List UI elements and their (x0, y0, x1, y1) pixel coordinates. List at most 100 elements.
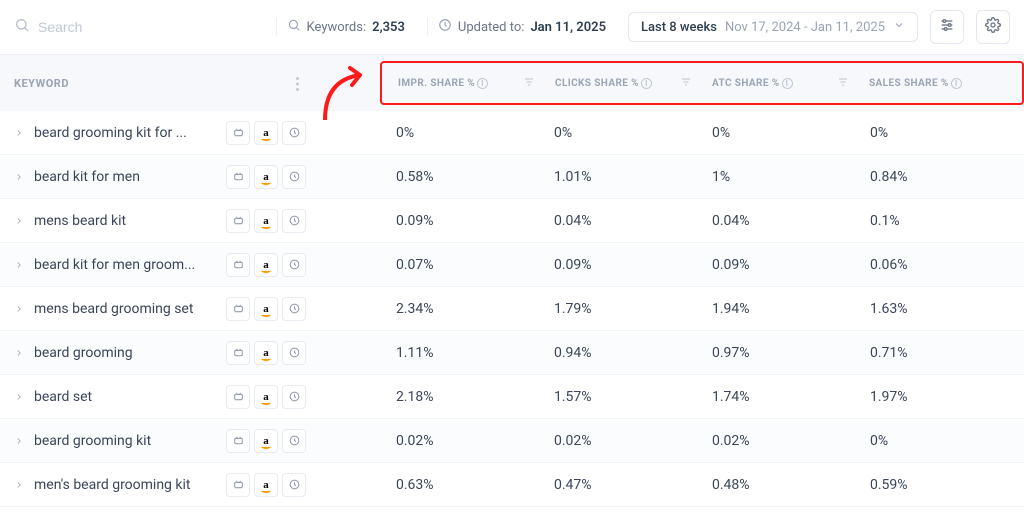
column-header-clicks-share[interactable]: Clicks Share %i (545, 76, 702, 91)
filter-icon[interactable] (680, 76, 692, 91)
keyword-text[interactable]: beard grooming (34, 345, 216, 361)
amazon-button[interactable]: a (254, 429, 278, 453)
keyword-cell: beard grooming kit a (0, 429, 320, 453)
history-button[interactable] (282, 385, 306, 409)
clicks-share-cell: 1.79% (544, 301, 702, 317)
history-button[interactable] (282, 341, 306, 365)
clicks-share-cell: 0.09% (544, 257, 702, 273)
settings-button[interactable] (976, 10, 1010, 44)
amazon-button[interactable]: a (254, 385, 278, 409)
column-header-sales-share[interactable]: Sales Share %i (859, 78, 1016, 89)
keyword-actions: a (226, 253, 306, 277)
amazon-button[interactable]: a (254, 209, 278, 233)
clicks-share-cell: 0.47% (544, 477, 702, 493)
clock-icon (438, 18, 452, 36)
history-button[interactable] (282, 165, 306, 189)
filter-icon[interactable] (837, 76, 849, 91)
cerebro-button[interactable] (226, 297, 250, 321)
keyword-text[interactable]: mens beard grooming set (34, 301, 216, 317)
updated-label: Updated to: (458, 20, 525, 35)
sales-share-cell: 0.06% (860, 257, 1018, 273)
search-wrap (14, 17, 214, 37)
amazon-button[interactable]: a (254, 253, 278, 277)
amazon-button[interactable]: a (254, 473, 278, 497)
metric-cells: 1.11% 0.94% 0.97% 0.71% (380, 345, 1024, 361)
keyword-cell: mens beard kit a (0, 209, 320, 233)
info-icon[interactable]: i (641, 78, 652, 89)
chevron-right-icon[interactable] (14, 211, 24, 230)
topbar: Keywords: 2,353 Updated to: Jan 11, 2025… (0, 0, 1024, 55)
keywords-label: Keywords: (307, 20, 367, 35)
date-range-button[interactable]: Last 8 weeks Nov 17, 2024 - Jan 11, 2025 (628, 12, 918, 42)
cerebro-button[interactable] (226, 121, 250, 145)
info-icon[interactable]: i (951, 78, 962, 89)
keyword-text[interactable]: mens beard kit (34, 213, 216, 229)
keyword-cell: beard grooming a (0, 341, 320, 365)
history-button[interactable] (282, 121, 306, 145)
range-dates: Nov 17, 2024 - Jan 11, 2025 (725, 20, 885, 35)
info-icon[interactable]: i (782, 78, 793, 89)
keyword-text[interactable]: beard kit for men (34, 169, 216, 185)
impr-share-cell: 1.11% (386, 345, 544, 361)
cerebro-button[interactable] (226, 429, 250, 453)
cerebro-button[interactable] (226, 209, 250, 233)
sales-share-cell: 0.59% (860, 477, 1018, 493)
chevron-right-icon[interactable] (14, 299, 24, 318)
cerebro-button[interactable] (226, 165, 250, 189)
keyword-actions: a (226, 121, 306, 145)
keyword-text[interactable]: men's beard grooming kit (34, 477, 216, 493)
updated-date: Updated to: Jan 11, 2025 (427, 18, 616, 36)
amazon-button[interactable]: a (254, 165, 278, 189)
column-header-keyword[interactable]: Keyword ⋮ (0, 74, 320, 93)
clicks-share-cell: 0.02% (544, 433, 702, 449)
metric-cells: 0.07% 0.09% 0.09% 0.06% (380, 257, 1024, 273)
metric-cells: 2.18% 1.57% 1.74% 1.97% (380, 389, 1024, 405)
atc-share-cell: 1.74% (702, 389, 860, 405)
history-button[interactable] (282, 209, 306, 233)
chevron-right-icon[interactable] (14, 255, 24, 274)
search-input[interactable] (38, 19, 158, 35)
search-icon (287, 18, 301, 36)
chevron-right-icon[interactable] (14, 343, 24, 362)
cerebro-button[interactable] (226, 473, 250, 497)
keyword-cell: beard kit for men a (0, 165, 320, 189)
keywords-count: Keywords: 2,353 (276, 18, 415, 36)
chevron-right-icon[interactable] (14, 123, 24, 142)
amazon-button[interactable]: a (254, 297, 278, 321)
more-icon[interactable]: ⋮ (290, 74, 307, 93)
metric-cells: 0.02% 0.02% 0.02% 0% (380, 433, 1024, 449)
keyword-actions: a (226, 209, 306, 233)
clicks-share-cell: 1.01% (544, 169, 702, 185)
chevron-right-icon[interactable] (14, 167, 24, 186)
table-row: mens beard grooming set a 2.34% 1.79% 1.… (0, 287, 1024, 331)
history-button[interactable] (282, 429, 306, 453)
sliders-button[interactable] (930, 10, 964, 44)
keyword-text[interactable]: beard kit for men groom... (34, 257, 216, 273)
keyword-text[interactable]: beard set (34, 389, 216, 405)
column-header-atc-share[interactable]: ATC Share %i (702, 76, 859, 91)
metric-cells: 2.34% 1.79% 1.94% 1.63% (380, 301, 1024, 317)
chevron-right-icon[interactable] (14, 431, 24, 450)
cerebro-button[interactable] (226, 253, 250, 277)
keyword-text[interactable]: beard grooming kit for ... (34, 125, 216, 141)
column-header-impr-share[interactable]: Impr. Share %i (388, 76, 545, 91)
history-button[interactable] (282, 297, 306, 321)
cerebro-button[interactable] (226, 341, 250, 365)
metric-cells: 0% 0% 0% 0% (380, 125, 1024, 141)
keyword-text[interactable]: beard grooming kit (34, 433, 216, 449)
info-icon[interactable]: i (477, 78, 488, 89)
table-row: beard set a 2.18% 1.57% 1.74% 1.97% (0, 375, 1024, 419)
filter-icon[interactable] (523, 76, 535, 91)
chevron-right-icon[interactable] (14, 475, 24, 494)
history-button[interactable] (282, 473, 306, 497)
amazon-button[interactable]: a (254, 341, 278, 365)
cerebro-button[interactable] (226, 385, 250, 409)
keyword-cell: men's beard grooming kit a (0, 473, 320, 497)
atc-share-cell: 0.48% (702, 477, 860, 493)
clicks-share-cell: 0.94% (544, 345, 702, 361)
amazon-button[interactable]: a (254, 121, 278, 145)
chevron-right-icon[interactable] (14, 387, 24, 406)
table-row: beard grooming a 1.11% 0.94% 0.97% 0.71% (0, 331, 1024, 375)
history-button[interactable] (282, 253, 306, 277)
atc-share-cell: 0.04% (702, 213, 860, 229)
